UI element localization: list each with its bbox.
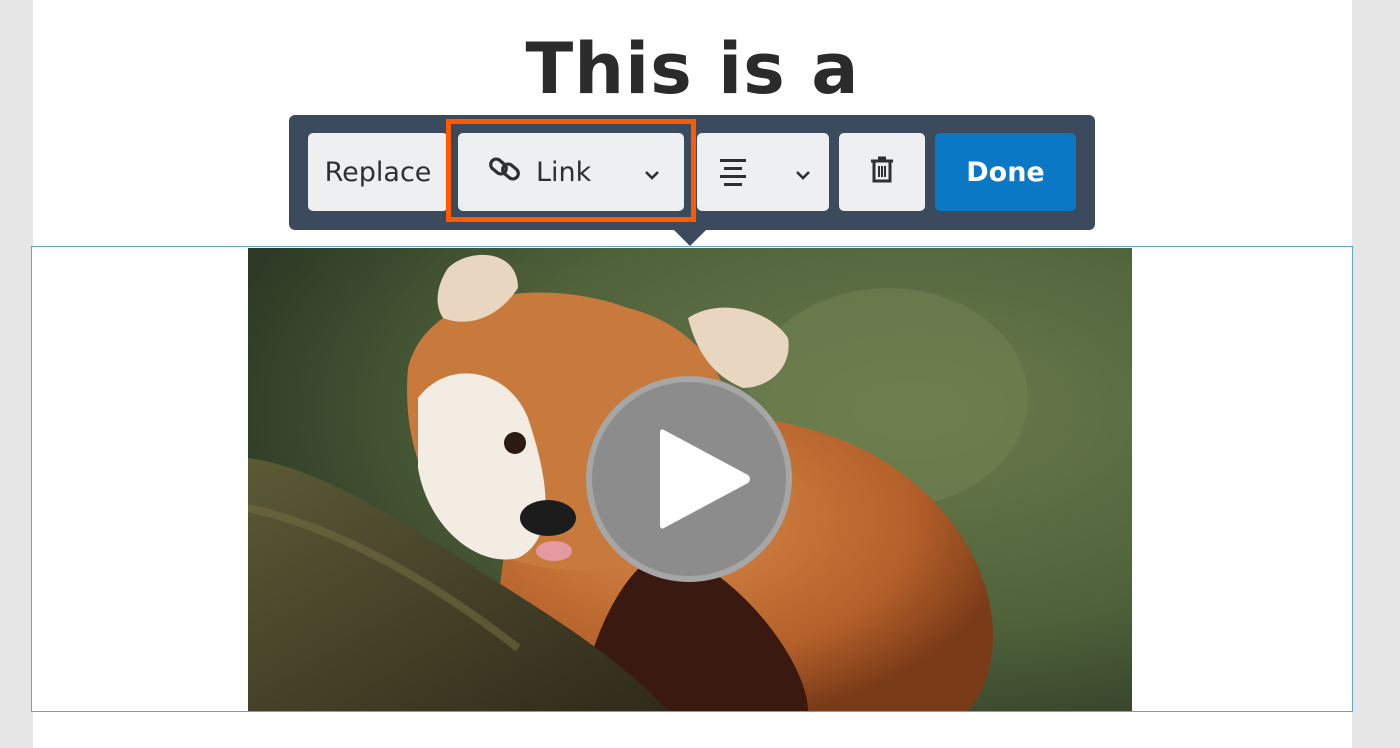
trash-icon (869, 154, 895, 191)
align-button[interactable] (697, 133, 829, 211)
align-center-icon (719, 154, 747, 191)
toolbar-pointer (673, 229, 707, 246)
chevron-down-icon (795, 157, 811, 188)
video-thumbnail[interactable] (248, 248, 1132, 711)
video-block[interactable] (31, 246, 1353, 712)
link-button-content: Link (488, 154, 591, 191)
link-label: Link (536, 156, 592, 188)
play-button[interactable] (586, 376, 792, 582)
replace-button[interactable]: Replace (308, 133, 448, 211)
link-icon (488, 154, 522, 191)
page-heading[interactable]: This is a (33, 24, 1352, 114)
done-button[interactable]: Done (935, 133, 1076, 211)
block-toolbar: Replace Link Done (289, 115, 1095, 230)
delete-button[interactable] (839, 133, 925, 211)
play-icon (660, 429, 750, 529)
link-button[interactable]: Link (458, 133, 684, 211)
chevron-down-icon (644, 157, 660, 188)
